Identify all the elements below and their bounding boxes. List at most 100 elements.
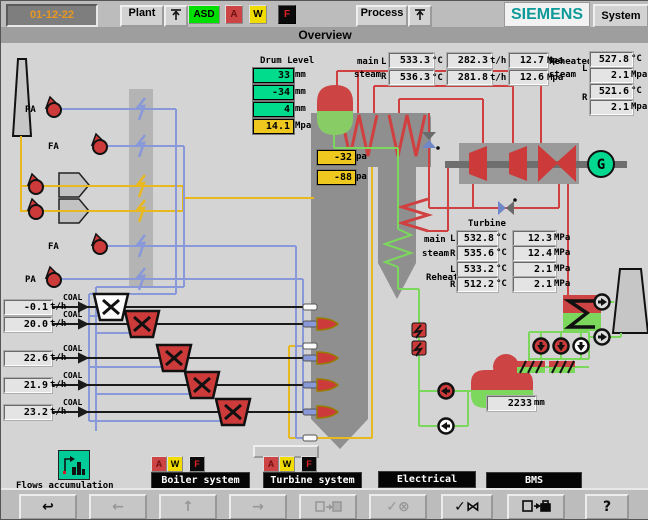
turbine-title: Turbine	[468, 219, 506, 229]
coal-feeder-3: 22.6	[4, 351, 52, 366]
check-cancel-icon: ✓⊗	[386, 499, 409, 515]
boiler-system-button[interactable]: Boiler system	[151, 472, 250, 489]
unit-th: t/h	[50, 380, 66, 390]
coal-mills[interactable]	[94, 294, 250, 425]
unit-mpa: MPa	[554, 279, 570, 289]
copy-screen-button[interactable]	[299, 494, 357, 520]
up-to-bar-icon	[412, 7, 428, 22]
coal-label: COAL	[63, 371, 82, 381]
nav-left-button[interactable]: ←	[89, 494, 147, 520]
back-button[interactable]: ↩	[19, 494, 77, 520]
chimney	[13, 59, 31, 136]
pa-label: PA	[25, 105, 36, 115]
furnace-press-1: -32	[317, 150, 356, 165]
cooling-tower	[613, 269, 648, 333]
cw-pump-2	[595, 330, 610, 345]
deaerator-level: 2233	[487, 396, 536, 411]
process-up-button[interactable]	[408, 5, 432, 27]
fa-label: FA	[48, 242, 59, 252]
mill-2	[125, 311, 159, 337]
back-icon: ↩	[42, 499, 54, 515]
alarm-f-button[interactable]: F	[278, 5, 296, 24]
fa-fan-2	[92, 234, 107, 254]
unit-mm: mm	[295, 104, 306, 114]
bottom-toolbar: ↩ ← ↑ → ✓⊗ ✓⋈ ?	[1, 488, 648, 520]
unit-c: °C	[432, 73, 443, 83]
page-title: Overview	[1, 27, 648, 43]
main-steam-r-flow: 281.8	[447, 70, 492, 85]
turbine-system-button[interactable]: Turbine system	[263, 472, 362, 489]
arrow-right-icon: →	[252, 499, 264, 515]
boiler-alarm-w[interactable]: W	[167, 456, 183, 472]
main-steam-label: steam	[354, 70, 381, 80]
unit-c: °C	[631, 54, 642, 64]
electrical-system-button[interactable]: Electrical system	[378, 471, 476, 488]
reheated-r-press: 2.1	[590, 100, 633, 115]
coal-feeder-5: 23.2	[4, 405, 52, 420]
unit-mpa: MPa	[554, 233, 570, 243]
flows-accumulation-icon	[59, 451, 89, 479]
alarm-w-button[interactable]: W	[249, 5, 267, 24]
steam-drum[interactable]	[317, 85, 353, 135]
turbine-reheat-l-temp: 533.2	[457, 262, 498, 277]
plant-button[interactable]: Plant	[120, 5, 164, 27]
label-l: L	[381, 57, 386, 67]
turbine-reheat-r-press: 2.1	[513, 277, 556, 292]
turbine-alarm-f[interactable]: F	[301, 456, 317, 472]
copy-screen-icon	[314, 499, 342, 515]
main-steam-l-press: 12.7	[509, 53, 548, 68]
turbine-main-label: main	[424, 235, 446, 245]
bms-button[interactable]: BMS	[486, 472, 582, 489]
turbine-steam-label: steam	[422, 249, 449, 259]
print-screen-button[interactable]	[507, 494, 565, 520]
plant-up-button[interactable]	[164, 5, 188, 27]
siemens-logo: SIEMENS	[504, 2, 590, 27]
acknowledge-icon: ✓⋈	[454, 499, 480, 515]
asd-button[interactable]: ASD	[188, 5, 220, 24]
label-l: L	[450, 265, 455, 275]
reheated-label: steam	[549, 70, 576, 80]
id-fan-2	[28, 199, 43, 219]
main-steam-label: main	[357, 57, 379, 67]
id-fan-1	[28, 174, 43, 194]
boiler-alarm-a[interactable]: A	[151, 456, 167, 472]
generator[interactable]: G	[588, 151, 614, 177]
unit-mpa: MPa	[554, 264, 570, 274]
nav-up-button[interactable]: ↑	[159, 494, 217, 520]
unit-th: t/h	[50, 407, 66, 417]
drum-level-2: -34	[253, 85, 294, 100]
up-to-bar-icon	[168, 7, 184, 22]
pa-fan-2	[46, 267, 61, 287]
unit-th: t/h	[50, 353, 66, 363]
acknowledge-button[interactable]: ✓⋈	[441, 494, 493, 520]
turbine-alarm-a[interactable]: A	[263, 456, 279, 472]
furnace-press-2: -88	[317, 170, 356, 185]
process-button[interactable]: Process	[356, 5, 408, 27]
generator-label: G	[597, 157, 605, 173]
unit-mpa: MPa	[554, 248, 570, 258]
cw-pump-1	[595, 295, 610, 310]
boiler-alarm-f[interactable]: F	[189, 456, 205, 472]
turbine-alarm-w[interactable]: W	[279, 456, 295, 472]
unit-c: °C	[496, 279, 507, 289]
unit-mm: mm	[534, 398, 545, 408]
fw-pump-2	[439, 419, 454, 434]
cond-pump-3	[574, 339, 589, 354]
flows-accumulation-button[interactable]	[58, 450, 90, 480]
unit-mm: mm	[295, 87, 306, 97]
turbine-main-l-press: 12.3	[513, 231, 556, 246]
bypass-valve-2[interactable]	[498, 198, 517, 215]
main-steam-l-temp: 533.3	[389, 53, 434, 68]
system-button[interactable]: System	[593, 4, 648, 28]
drum-level-3: 4	[253, 102, 294, 117]
turbine-reheat-r-temp: 512.2	[457, 277, 498, 292]
help-button[interactable]: ?	[585, 494, 629, 520]
alarm-a-button[interactable]: A	[225, 5, 243, 24]
label-r: R	[582, 93, 587, 103]
check-cancel-button[interactable]: ✓⊗	[369, 494, 427, 520]
coal-feeder-1: -0.1	[4, 300, 52, 315]
label-r: R	[450, 249, 455, 259]
mill-3	[157, 345, 191, 371]
turbine-main-r-press: 12.4	[513, 246, 556, 261]
nav-right-button[interactable]: →	[229, 494, 287, 520]
